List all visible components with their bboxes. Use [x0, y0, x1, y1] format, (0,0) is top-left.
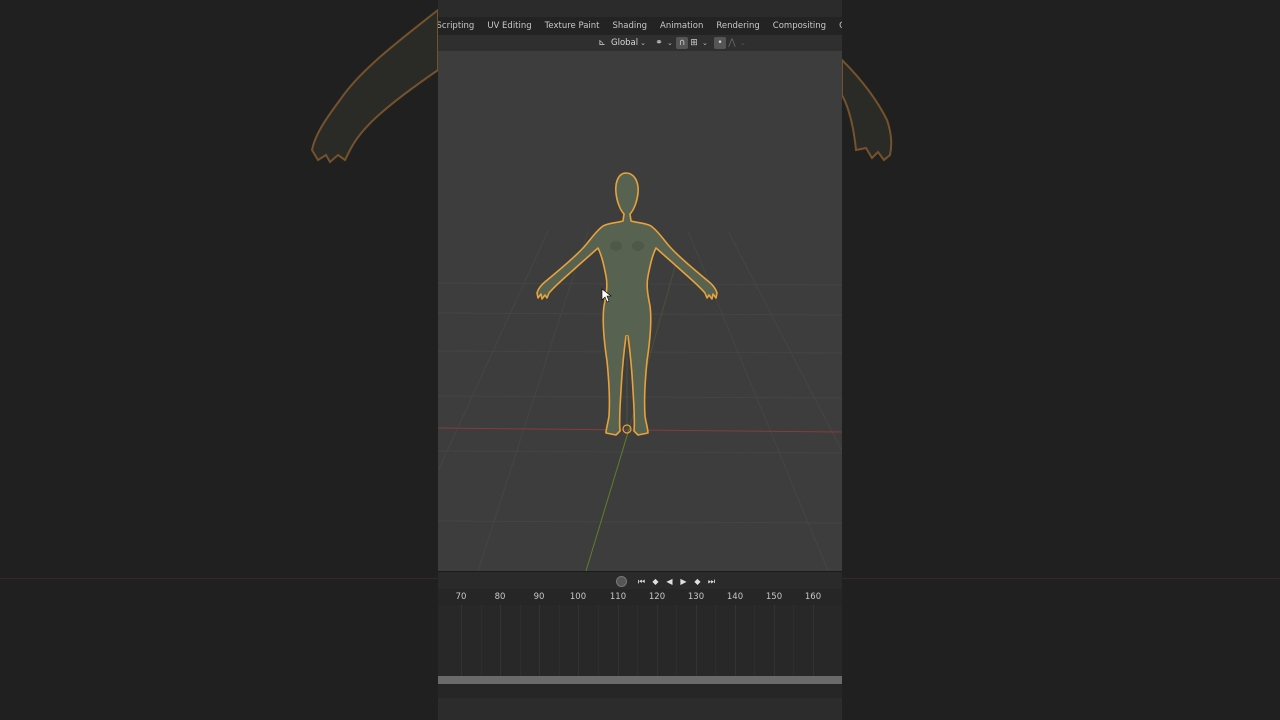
auto-keying-record-button[interactable]	[616, 575, 627, 587]
tab-scripting[interactable]: Scripting	[438, 21, 481, 31]
magnet-icon: ∩	[676, 37, 688, 49]
timeline-gridline	[481, 605, 482, 676]
timeline-gridline	[520, 605, 521, 676]
tab-uv-editing[interactable]: UV Editing	[481, 21, 538, 31]
timeline-gridline	[618, 605, 619, 676]
frame-number: 140	[726, 592, 744, 602]
timeline-gridline	[774, 605, 775, 676]
transform-orientation-dropdown[interactable]: ⊾ Global ⌄	[596, 36, 646, 50]
chevron-down-icon: ⌄	[640, 39, 646, 47]
top-menu-strip	[438, 0, 842, 17]
timeline-gridline	[637, 605, 638, 676]
timeline-gridline	[715, 605, 716, 676]
timeline-scrollbar[interactable]	[438, 676, 842, 684]
frame-number: 160	[804, 592, 822, 602]
tab-rendering[interactable]: Rendering	[710, 21, 766, 31]
jump-to-start-icon[interactable]: ⏮	[636, 576, 647, 587]
background-right	[842, 0, 1280, 720]
timeline-frame-ruler[interactable]: 70 80 90 100 110 120 130 140 150 160	[438, 589, 842, 605]
timeline-gridline	[735, 605, 736, 676]
proportional-edit-icon: •	[714, 37, 726, 49]
timeline-gridline	[754, 605, 755, 676]
chevron-down-icon: ⌄	[740, 39, 746, 47]
tab-geometry-nodes[interactable]: Geometry Nodes	[833, 21, 842, 31]
tab-texture-paint[interactable]: Texture Paint	[538, 21, 606, 31]
snap-toggle[interactable]: ∩ ⊞ ⌄	[676, 36, 708, 50]
frame-number: 90	[533, 592, 545, 602]
viewport-scene	[438, 172, 842, 571]
playback-controls: ⏮ ◆ ◀ ▶ ◆ ⏭	[616, 575, 717, 587]
frame-number: 130	[687, 592, 705, 602]
falloff-curve-icon: ⋀	[728, 38, 736, 48]
timeline-gridline	[500, 605, 501, 676]
proportional-editing-toggle[interactable]: • ⋀ ⌄	[714, 36, 746, 50]
previous-keyframe-icon[interactable]: ◆	[650, 576, 661, 587]
transform-orientation-label: Global	[611, 38, 639, 48]
workspace-tabs: Scripting UV Editing Texture Paint Shadi…	[438, 17, 842, 35]
3d-viewport[interactable]	[438, 51, 842, 571]
timeline-track-area[interactable]	[438, 605, 842, 676]
y-axis-line	[585, 425, 631, 571]
frame-number: 70	[455, 592, 467, 602]
frame-number: 150	[765, 592, 783, 602]
status-bar	[438, 698, 842, 720]
chevron-down-icon: ⌄	[702, 39, 708, 47]
frame-number: 80	[494, 592, 506, 602]
background-left	[0, 0, 438, 720]
frame-number: 110	[609, 592, 627, 602]
timeline-gridline	[578, 605, 579, 676]
timeline-gridline	[461, 605, 462, 676]
timeline-gridline	[559, 605, 560, 676]
snap-target-icon: ⊞	[690, 38, 698, 48]
play-icon[interactable]: ▶	[678, 576, 689, 587]
timeline-header: ⏮ ◆ ◀ ▶ ◆ ⏭	[438, 571, 842, 590]
pivot-point-dropdown[interactable]: ⚭ ⌄	[653, 36, 673, 50]
frame-number: 100	[569, 592, 587, 602]
jump-to-end-icon[interactable]: ⏭	[706, 576, 717, 587]
play-reverse-icon[interactable]: ◀	[664, 576, 675, 587]
blurred-arm-left	[310, 8, 438, 164]
frame-number: 120	[648, 592, 666, 602]
blender-window: Scripting UV Editing Texture Paint Shadi…	[438, 0, 842, 720]
tab-compositing[interactable]: Compositing	[766, 21, 832, 31]
timeline-gridline	[598, 605, 599, 676]
blurred-arm-right	[842, 58, 893, 162]
timeline-gridline	[793, 605, 794, 676]
timeline-gridline	[696, 605, 697, 676]
orientation-axes-icon: ⊾	[598, 38, 606, 48]
tab-animation[interactable]: Animation	[654, 21, 710, 31]
timeline-gridline	[676, 605, 677, 676]
link-icon: ⚭	[655, 38, 663, 48]
next-keyframe-icon[interactable]: ◆	[692, 576, 703, 587]
chevron-down-icon: ⌄	[667, 39, 673, 47]
timeline-gridline	[657, 605, 658, 676]
timeline-gridline	[539, 605, 540, 676]
viewport-header: ⊾ Global ⌄ ⚭ ⌄ ∩ ⊞ ⌄ • ⋀ ⌄	[438, 35, 842, 51]
timeline-gridline	[813, 605, 814, 676]
tab-shading[interactable]: Shading	[606, 21, 654, 31]
timeline-footer	[438, 684, 842, 698]
